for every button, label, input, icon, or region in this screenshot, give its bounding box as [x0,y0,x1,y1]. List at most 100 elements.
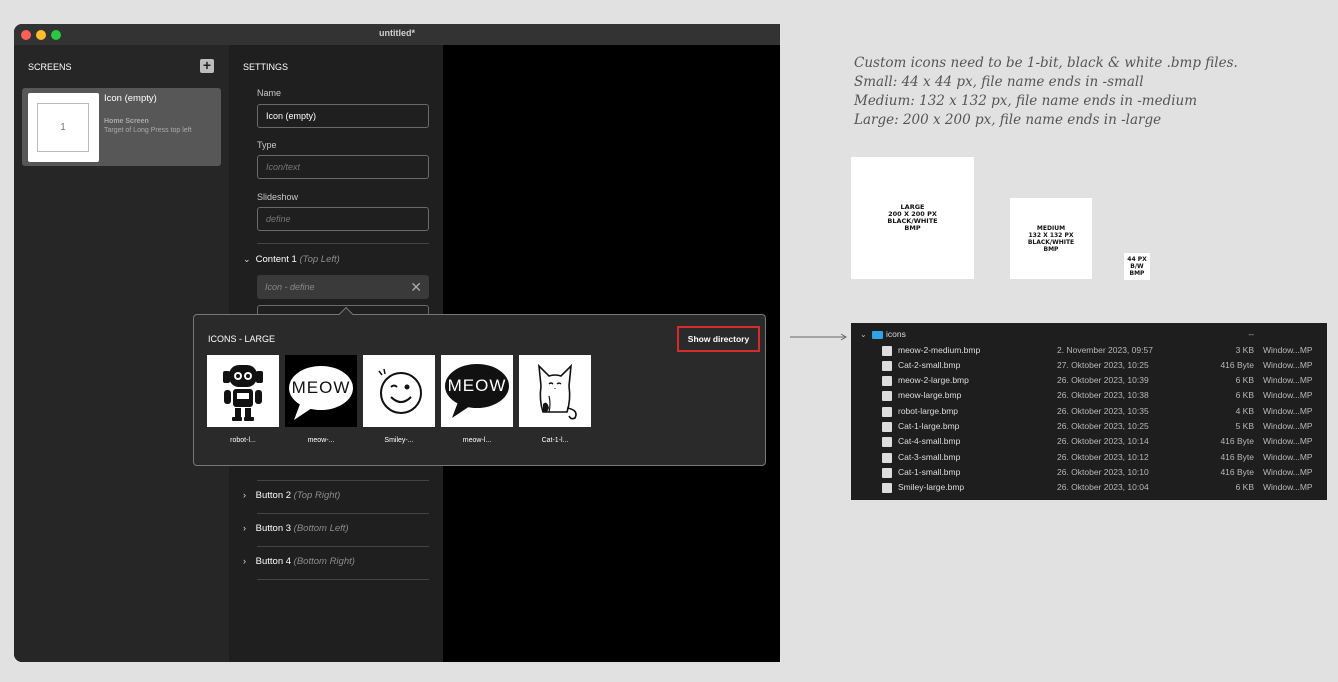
file-kind: Window...MP [1263,436,1313,447]
large-icon-sample: LARGE 200 X 200 PX BLACK/WHITE BMP [851,157,974,279]
file-kind: Window...MP [1263,359,1313,370]
divider [257,480,429,481]
add-screen-button[interactable]: + [200,58,214,73]
file-size: 416 Byte [1220,466,1254,477]
settings-heading: SETTINGS [243,62,289,72]
file-kind: Window...MP [1263,466,1313,477]
file-kind: Window...MP [1263,421,1313,431]
file-name: meow-large.bmp [898,390,962,401]
name-field[interactable]: Icon (empty) [257,104,429,128]
file-row[interactable]: Cat-2-small.bmp 27. Oktober 2023, 10:25 41… [851,358,1327,373]
close-icon[interactable]: ✕ [410,275,422,299]
icon-select-placeholder: Icon - define [265,282,315,292]
file-row[interactable]: Cat-1-large.bmp 26. Oktober 2023, 10:25 5 … [851,419,1327,434]
smiley-icon [363,355,435,427]
icons-popover: ICONS - LARGE Show directory robot-l... [193,306,766,466]
divider [257,546,429,547]
chevron-down-icon[interactable]: ⌄ [860,327,867,342]
file-kind: Window...MP [1263,344,1313,355]
small-icon-sample: 44 PX B/W BMP [1124,253,1150,280]
note-line: Large: 200 x 200 px, file name ends in -… [854,112,1162,128]
file-row[interactable]: Cat-4-small.bmp 26. Oktober 2023, 10:14 41… [851,434,1327,449]
speech-bubble-icon: MEOW [285,355,357,427]
slideshow-field[interactable]: define [257,207,429,231]
finder-file-list: ⌄ icons -- meow-2-medium.bmp 2. November … [851,323,1327,500]
screen-thumbnail: 1 [28,93,99,162]
file-date: 2. November 2023, 09:57 [1057,344,1153,355]
folder-icon [872,331,883,339]
file-date: 26. Oktober 2023, 10:35 [1057,405,1149,416]
file-name: meow-2-medium.bmp [898,344,981,355]
file-row[interactable]: Cat-1-small.bmp 26. Oktober 2023, 10:10 41… [851,465,1327,480]
note-line: Custom icons need to be 1-bit, black & w… [854,55,1238,71]
icon-option-meow[interactable]: MEOW meow-... [285,355,357,444]
file-name: Cat-1-small.bmp [898,466,961,477]
icon-option-smiley[interactable]: Smiley-... [363,355,435,444]
folder-row[interactable]: ⌄ icons -- [851,327,1327,342]
file-row[interactable]: robot-large.bmp 26. Oktober 2023, 10:35 4 … [851,404,1327,419]
chevron-right-icon: › [243,523,246,533]
button-4-section-toggle[interactable]: › Button 4 (Bottom Right) [243,556,355,567]
icon-option-robot[interactable]: robot-l... [207,355,279,444]
meow-text: MEOW [291,378,351,397]
file-row[interactable]: Cat-3-small.bmp 26. Oktober 2023, 10:12 41… [851,450,1327,465]
file-row[interactable]: Smiley-large.bmp 26. Oktober 2023, 10:04 6… [851,480,1327,495]
screen-subtitle: Home Screen [104,118,149,125]
file-name: robot-large.bmp [898,405,959,416]
file-thumbnail-icon [882,406,892,417]
file-date: 26. Oktober 2023, 10:04 [1057,482,1149,493]
chevron-right-icon: › [243,490,246,500]
screens-heading: SCREENS [28,62,72,72]
file-date: 26. Oktober 2023, 10:25 [1057,421,1149,431]
folder-name: icons [886,329,906,339]
screen-thumbnail-number: 1 [37,103,89,152]
type-field[interactable]: Icon/text [257,155,429,179]
slideshow-label: Slideshow [257,192,299,202]
file-date: 26. Oktober 2023, 10:12 [1057,451,1149,462]
file-row[interactable]: meow-2-medium.bmp 2. November 2023, 09:57… [851,343,1327,358]
button-2-section-toggle[interactable]: › Button 2 (Top Right) [243,490,340,501]
file-size: 416 Byte [1220,436,1254,447]
file-size: 6 KB [1235,375,1254,386]
robot-icon [207,355,279,427]
note-line: Small: 44 x 44 px, file name ends in -sm… [854,74,1144,90]
button-3-section-toggle[interactable]: › Button 3 (Bottom Left) [243,523,349,534]
medium-icon-sample: MEDIUM 132 X 132 PX BLACK/WHITE BMP [1010,198,1092,279]
file-kind: Window...MP [1263,375,1313,386]
file-name: Cat-1-large.bmp [898,421,960,431]
arrow-icon [790,333,847,341]
icon-select-field[interactable]: Icon - define ✕ [257,275,429,299]
file-date: 26. Oktober 2023, 10:14 [1057,436,1149,447]
screen-card[interactable]: 1 Icon (empty) Home Screen Target of Lon… [22,88,221,166]
screen-name: Icon (empty) [104,93,157,104]
file-date: 26. Oktober 2023, 10:38 [1057,390,1149,401]
file-row[interactable]: meow-large.bmp 26. Oktober 2023, 10:38 6 K… [851,388,1327,403]
show-directory-button[interactable]: Show directory [677,326,760,352]
divider [257,513,429,514]
button-4-title: Button 4 [255,556,292,567]
file-size: 5 KB [1235,421,1254,431]
icon-option-label: Cat-1-l... [541,437,569,444]
name-label: Name [257,88,282,98]
icon-option-cat[interactable]: Cat-1-l... [519,355,591,444]
file-kind: Window...MP [1263,390,1313,401]
note-line: Medium: 132 x 132 px, file name ends in … [854,93,1198,109]
file-row[interactable]: meow-2-large.bmp 26. Oktober 2023, 10:39 6… [851,373,1327,388]
button-3-position: (Bottom Left) [293,523,349,534]
file-size: 416 Byte [1220,359,1254,370]
icon-option-meow-large[interactable]: MEOW meow-l... [441,355,513,444]
file-thumbnail-icon [882,345,892,356]
type-label: Type [257,140,277,150]
content-1-section-toggle[interactable]: ⌄ Content 1 (Top Left) [243,254,340,265]
file-date: 26. Oktober 2023, 10:10 [1057,466,1149,477]
file-thumbnail-icon [882,376,892,387]
icon-option-label: meow-l... [462,437,492,444]
file-size: 6 KB [1235,482,1254,493]
file-thumbnail-icon [882,391,892,402]
screen-description: Target of Long Press top left [104,127,192,134]
icon-option-label: robot-l... [230,437,256,444]
file-size: 3 KB [1235,344,1254,355]
content-1-title: Content 1 [255,254,297,265]
file-kind: Window...MP [1263,405,1313,416]
divider [257,243,429,244]
